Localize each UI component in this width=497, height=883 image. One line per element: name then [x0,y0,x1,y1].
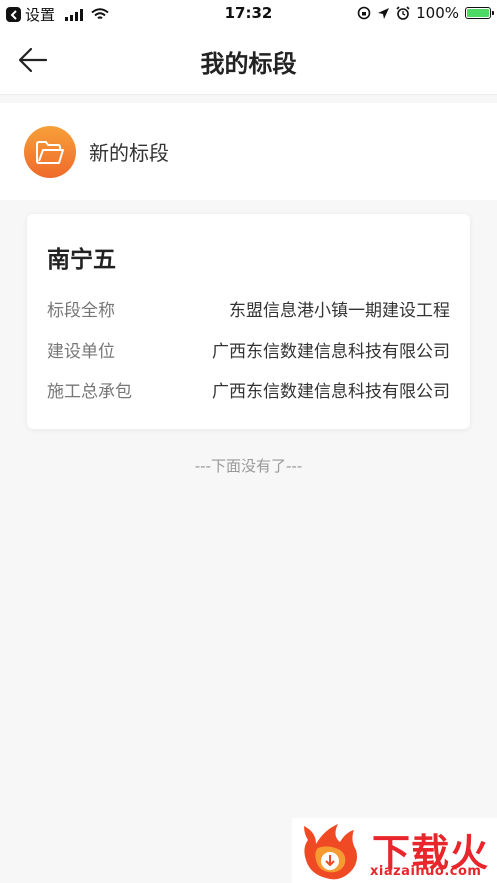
section-card-title: 南宁五 [47,247,116,273]
new-section-button[interactable]: 新的标段 [0,103,497,200]
navigation-bar: 我的标段 [0,26,497,95]
location-arrow-icon [378,7,390,19]
alarm-icon [396,6,410,20]
section-card[interactable]: 南宁五 标段全称 东盟信息港小镇一期建设工程 建设单位 广西东信数建信息科技有限… [27,214,470,429]
watermark-logo: 下载火 xiazaihuo.com [292,818,497,883]
row-value: 东盟信息港小镇一期建设工程 [229,301,450,321]
card-row-developer: 建设单位 广西东信数建信息科技有限公司 [47,337,450,362]
page-title: 我的标段 [200,50,297,78]
row-value: 广西东信数建信息科技有限公司 [212,342,450,362]
card-row-full-name: 标段全称 东盟信息港小镇一期建设工程 [47,296,450,321]
flame-download-icon [304,824,357,880]
status-bar: 设置 17:32 100% [0,0,497,26]
row-label: 施工总承包 [47,382,132,402]
battery-percent: 100% [416,4,459,22]
row-label: 建设单位 [47,342,115,362]
row-value: 广西东信数建信息科技有限公司 [212,382,450,402]
app-screen: 设置 17:32 100% 我的标段 新的标段 南宁五 标段全称 东盟信息港小镇… [0,0,497,883]
folder-icon-badge [24,125,76,178]
folder-icon [36,140,64,164]
status-right: 100% [357,4,494,22]
battery-icon [465,7,494,19]
new-section-label: 新的标段 [89,141,169,165]
rotation-lock-icon [357,6,371,20]
card-row-general-contractor: 施工总承包 广西东信数建信息科技有限公司 [47,377,450,402]
watermark-domain: xiazaihuo.com [370,864,482,879]
row-label: 标段全称 [47,301,115,321]
list-end-text: ---下面没有了--- [194,457,303,475]
